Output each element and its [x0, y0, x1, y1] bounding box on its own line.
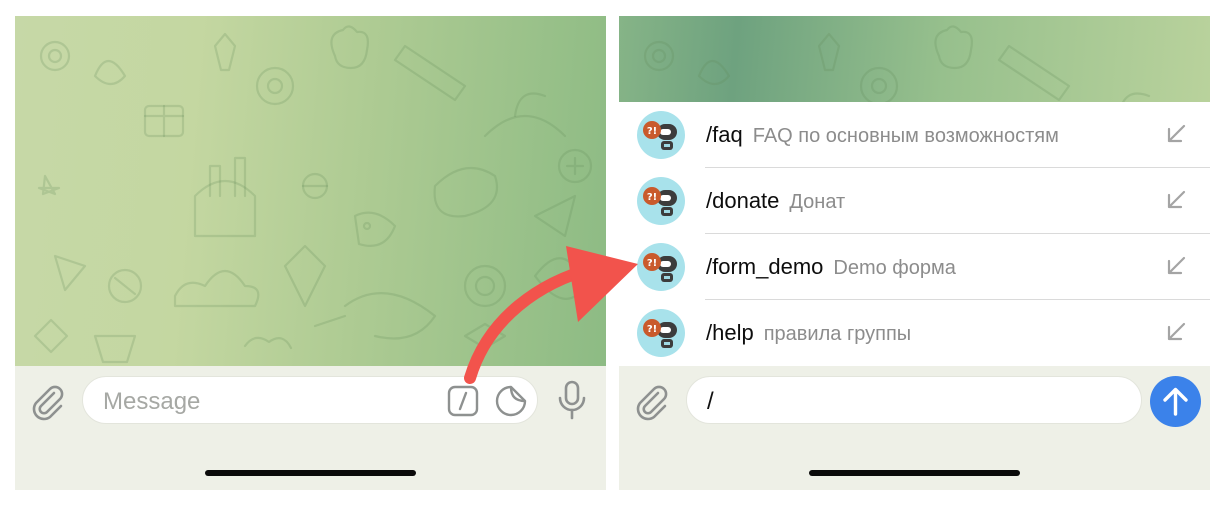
bot-avatar: ?! [637, 243, 685, 291]
command-name: /help [706, 320, 754, 345]
command-description: Demo форма [833, 257, 956, 279]
chat-screen-after: ?! /faq FAQ по основным возможностям ?! [619, 16, 1210, 490]
command-item-form-demo[interactable]: ?! /form_demo Demo форма [619, 234, 1210, 300]
insert-command-icon[interactable] [1164, 188, 1188, 212]
bot-avatar: ?! [637, 177, 685, 225]
chat-screen-before: Message [15, 16, 606, 490]
doodle-pattern [637, 25, 1197, 102]
command-item-faq[interactable]: ?! /faq FAQ по основным возможностям [619, 102, 1210, 168]
home-indicator [809, 470, 1020, 476]
message-input-value: / [707, 388, 714, 415]
doodle-pattern [33, 25, 593, 364]
command-name: /faq [706, 122, 743, 147]
command-description: правила группы [763, 323, 912, 345]
message-input[interactable]: Message [82, 376, 538, 424]
composer-bar: Message [15, 366, 606, 490]
paperclip-icon[interactable] [27, 382, 67, 422]
avatar-badge-text: ?! [647, 258, 657, 269]
robot-icon: ?! [643, 319, 677, 348]
message-input[interactable]: / [686, 376, 1142, 424]
insert-command-icon[interactable] [1164, 254, 1188, 278]
chat-wallpaper [619, 16, 1210, 102]
paperclip-icon[interactable] [631, 382, 671, 422]
command-description: Донат [789, 191, 846, 213]
slash-command-icon[interactable] [447, 385, 479, 417]
avatar-badge-text: ?! [647, 126, 657, 137]
avatar-badge-text: ?! [647, 324, 657, 335]
insert-command-icon[interactable] [1164, 320, 1188, 344]
bot-command-list: ?! /faq FAQ по основным возможностям ?! [619, 102, 1210, 366]
send-arrow-icon [1163, 387, 1188, 416]
robot-icon: ?! [643, 253, 677, 282]
command-description: FAQ по основным возможностям [752, 125, 1059, 147]
send-button[interactable] [1150, 376, 1201, 427]
home-indicator [205, 470, 416, 476]
command-item-donate[interactable]: ?! /donate Донат [619, 168, 1210, 234]
command-name: /donate [706, 188, 780, 213]
command-name: /form_demo [706, 254, 824, 279]
message-placeholder: Message [103, 388, 201, 415]
chat-wallpaper [15, 16, 606, 366]
robot-icon: ?! [643, 121, 677, 150]
bot-avatar: ?! [637, 309, 685, 357]
bot-avatar: ?! [637, 111, 685, 159]
microphone-icon[interactable] [555, 380, 589, 420]
avatar-badge-text: ?! [647, 192, 657, 203]
robot-icon: ?! [643, 187, 677, 216]
sticker-icon[interactable] [495, 385, 527, 417]
composer-bar: / [619, 366, 1210, 490]
command-item-help[interactable]: ?! /help правила группы [619, 300, 1210, 366]
insert-command-icon[interactable] [1164, 122, 1188, 146]
